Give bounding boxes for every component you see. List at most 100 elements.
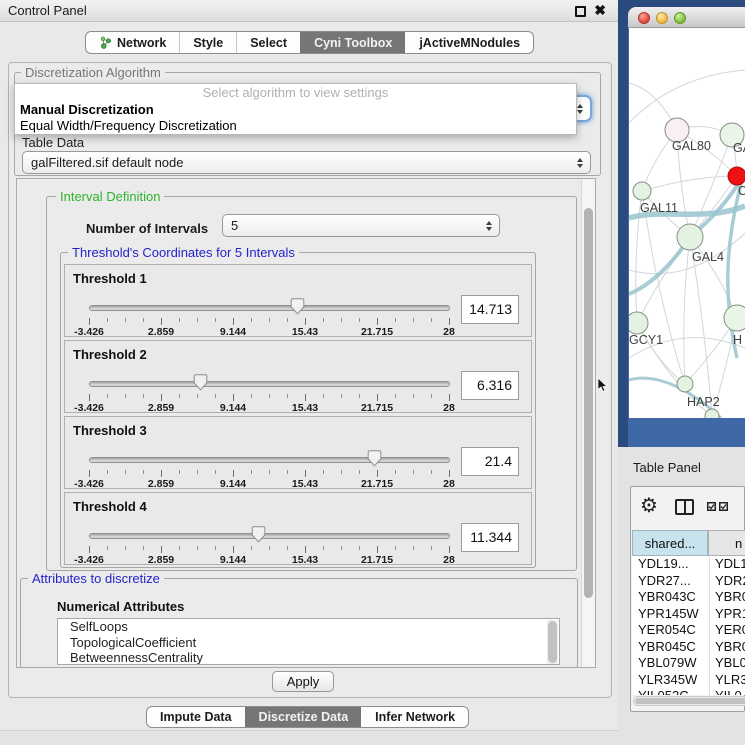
control-panel-titlebar[interactable]: Control Panel ✖ — [0, 0, 618, 22]
tab-style[interactable]: Style — [179, 32, 236, 53]
node-label: HAP2 — [687, 395, 720, 409]
scale-label: -3.426 — [74, 554, 104, 566]
network-window-titlebar[interactable] — [628, 7, 745, 28]
vertical-scrollbar[interactable] — [581, 179, 595, 667]
dropdown-option-equal-width-frequency-discretization[interactable]: Equal Width/Frequency Discretization — [15, 118, 576, 134]
threshold-slider[interactable]: -3.4262.8599.14415.4321.71528 — [89, 301, 450, 337]
slider-track[interactable] — [89, 457, 450, 463]
slider-track[interactable] — [89, 305, 450, 311]
list-item[interactable]: SelfLoops — [58, 619, 559, 635]
scale-label: 9.144 — [220, 478, 246, 490]
network-node-hap2[interactable] — [677, 376, 693, 392]
table-row[interactable]: YLR345WYLR3 — [632, 672, 745, 689]
threshold-slider[interactable]: -3.4262.8599.14415.4321.71528 — [89, 529, 450, 565]
table-row[interactable]: YIL052CYIL0 — [632, 688, 745, 695]
table-data-combobox[interactable]: galFiltered.sif default node — [22, 151, 591, 174]
tab-label: Style — [193, 36, 223, 50]
threshold-panel: Threshold 1 -3.4262.8599.14415.4321.7152… — [64, 264, 532, 337]
checkbox-icon[interactable] — [719, 502, 728, 511]
scale-label: -3.426 — [74, 478, 104, 490]
scrollbar-thumb[interactable] — [584, 208, 593, 598]
close-icon[interactable]: ✖ — [594, 2, 606, 19]
tab-infer-network[interactable]: Infer Network — [361, 707, 468, 727]
list-scrollbar[interactable] — [547, 620, 558, 664]
checkbox-icon[interactable] — [707, 502, 716, 511]
network-graph: GAL80GACGAL11GAL4GCY1HHAP2 — [629, 28, 745, 418]
group-title: Interval Definition — [56, 189, 164, 204]
node-label: C — [738, 184, 745, 198]
threshold-label: Threshold 4 — [73, 499, 147, 514]
zoom-light-icon[interactable] — [674, 12, 686, 24]
slider-scale-labels: -3.4262.8599.14415.4321.71528 — [89, 554, 450, 566]
network-canvas[interactable]: GAL80GACGAL11GAL4GCY1HHAP2 — [629, 28, 745, 418]
threshold-slider[interactable]: -3.4262.8599.14415.4321.71528 — [89, 377, 450, 413]
tab-select[interactable]: Select — [236, 32, 300, 53]
minimize-light-icon[interactable] — [656, 12, 668, 24]
numerical-attributes-list[interactable]: SelfLoopsTopologicalCoefficientBetweenne… — [57, 618, 560, 665]
tab-cyni-toolbox[interactable]: Cyni Toolbox — [300, 32, 405, 53]
network-node-c[interactable] — [728, 167, 745, 185]
column-header[interactable]: shared... — [632, 530, 708, 556]
tab-discretize-data[interactable]: Discretize Data — [245, 707, 362, 727]
close-light-icon[interactable] — [638, 12, 650, 24]
network-node-h[interactable] — [724, 305, 745, 331]
apply-button[interactable]: Apply — [272, 671, 334, 692]
spinner-stepper-icon — [486, 215, 492, 236]
network-node-gal4[interactable] — [677, 224, 703, 250]
table-row[interactable]: YDL19...YDL1 — [632, 556, 745, 573]
slider-track[interactable] — [89, 381, 450, 387]
threshold-value-field[interactable]: 14.713 — [461, 295, 519, 324]
slider-thumb[interactable] — [193, 374, 208, 391]
node-label: GAL80 — [672, 139, 711, 153]
threshold-value-field[interactable]: 6.316 — [461, 371, 519, 400]
scale-label: 9.144 — [220, 402, 246, 414]
cell-shared-name: YLR345W — [632, 672, 709, 689]
slider-ticks — [89, 318, 450, 325]
threshold-panel: Threshold 4 -3.4262.8599.14415.4321.7152… — [64, 492, 532, 565]
scale-label: -3.426 — [74, 402, 104, 414]
scrollbar-thumb[interactable] — [635, 698, 745, 704]
dropdown-hint-option[interactable]: Select algorithm to view settings — [15, 84, 576, 102]
split-view-icon[interactable] — [675, 499, 694, 515]
network-node[interactable] — [705, 409, 719, 418]
cell-shared-name: YBR045C — [632, 639, 709, 656]
algorithm-dropdown-popup: Select algorithm to view settings Manual… — [14, 83, 577, 135]
dropdown-option-manual-discretization[interactable]: Manual Discretization — [15, 102, 576, 118]
table-data-combobox-value: galFiltered.sif default node — [31, 155, 183, 170]
tab-jactivemnodules[interactable]: jActiveMNodules — [405, 32, 533, 53]
top-tab-bar: Network Style SelectCyni ToolboxjActiveMNo… — [85, 31, 534, 54]
scrollbar-thumb[interactable] — [548, 621, 557, 663]
slider-track[interactable] — [89, 533, 450, 539]
table-header-row: shared...n — [632, 530, 745, 556]
tab-impute-data[interactable]: Impute Data — [147, 707, 245, 727]
scale-label: 9.144 — [220, 554, 246, 566]
slider-thumb[interactable] — [367, 450, 382, 467]
table-row[interactable]: YBR045CYBR0 — [632, 639, 745, 656]
table-rows: YDL19...YDL1YDR27...YDR2YBR043CYBR0YPR14… — [632, 556, 745, 695]
table-row[interactable]: YBR043CYBR0 — [632, 589, 745, 606]
group-title: Threshold's Coordinates for 5 Intervals — [68, 245, 299, 260]
table-row[interactable]: YER054CYER0 — [632, 622, 745, 639]
cell-name: YBL0 — [709, 655, 745, 672]
column-header[interactable]: n — [708, 530, 745, 556]
list-item[interactable]: TopologicalCoefficient — [58, 635, 559, 651]
table-row[interactable]: YBL079WYBL0 — [632, 655, 745, 672]
horizontal-scrollbar[interactable] — [633, 696, 745, 706]
gear-icon[interactable]: ⚙ — [640, 495, 658, 517]
number-of-intervals-spinner[interactable]: 5 — [222, 214, 500, 237]
threshold-value-field[interactable]: 11.344 — [461, 523, 519, 552]
network-node-gcy1[interactable] — [629, 312, 648, 334]
scale-label: 2.859 — [148, 326, 174, 338]
tab-network[interactable]: Network — [86, 32, 179, 53]
list-item[interactable]: BetweennessCentrality — [58, 650, 559, 665]
float-window-icon[interactable] — [575, 6, 586, 17]
threshold-value-field[interactable]: 21.4 — [461, 447, 519, 476]
network-node-gal11[interactable] — [633, 182, 651, 200]
threshold-slider[interactable]: -3.4262.8599.14415.4321.71528 — [89, 453, 450, 489]
slider-thumb[interactable] — [251, 526, 266, 543]
scale-label: 28 — [443, 402, 455, 414]
scale-label: 21.715 — [361, 478, 393, 490]
table-row[interactable]: YPR145WYPR1 — [632, 606, 745, 623]
table-row[interactable]: YDR27...YDR2 — [632, 573, 745, 590]
slider-thumb[interactable] — [290, 298, 305, 315]
